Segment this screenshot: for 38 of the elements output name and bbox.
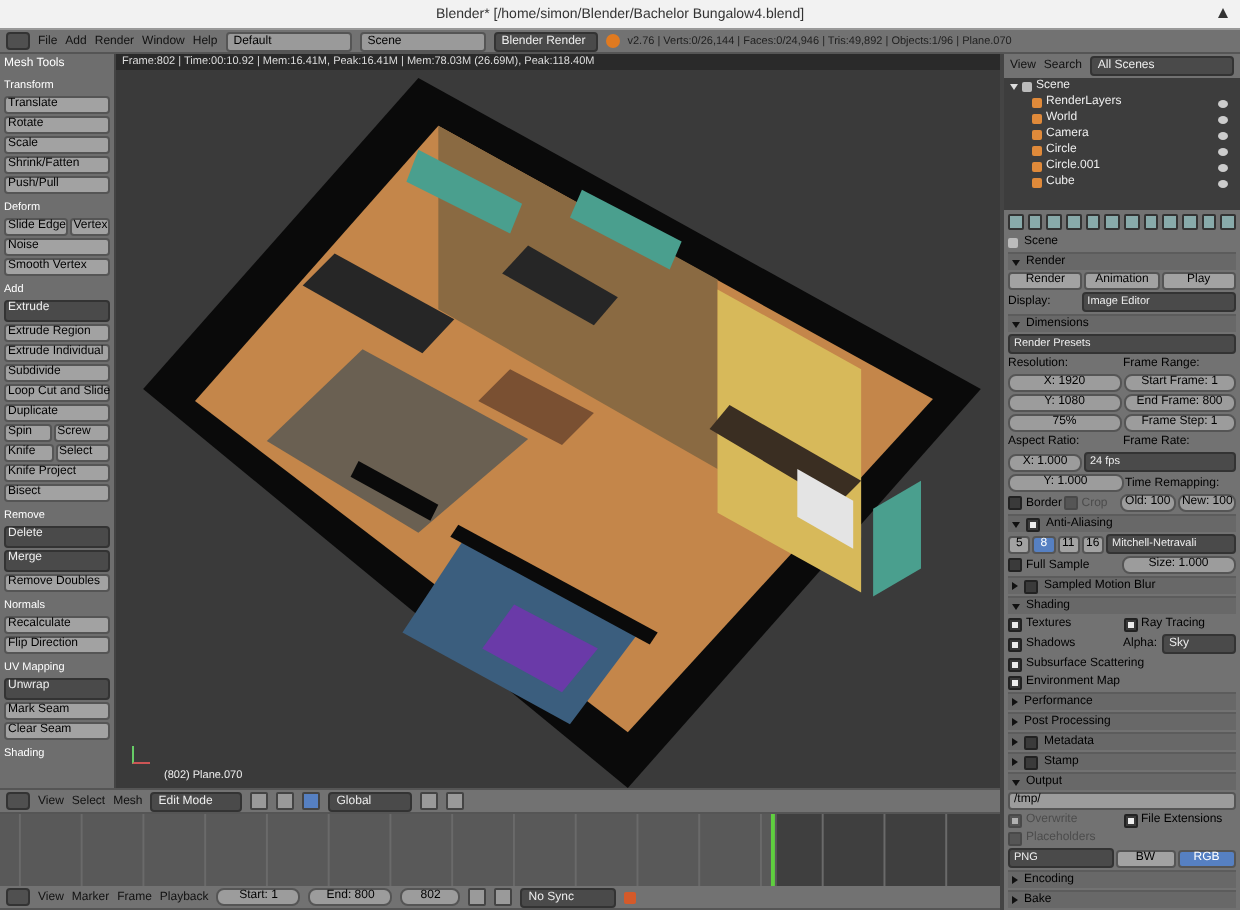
disclosure-triangle-icon[interactable] (1012, 779, 1020, 785)
disclosure-triangle-icon[interactable] (1012, 698, 1018, 706)
disclosure-triangle-icon[interactable] (1012, 321, 1020, 327)
checkbox[interactable] (1123, 813, 1137, 827)
checkbox[interactable] (1008, 637, 1022, 651)
checkbox[interactable] (1123, 617, 1137, 631)
pivot-icon[interactable] (276, 792, 295, 810)
checkbox[interactable] (1008, 558, 1022, 572)
checkbox[interactable] (1008, 657, 1022, 671)
checkbox[interactable] (1008, 496, 1022, 510)
disclosure-triangle-icon[interactable] (1012, 582, 1018, 590)
editor-type-icon[interactable] (6, 888, 30, 906)
disclosure-triangle-icon[interactable] (1012, 718, 1018, 726)
blender-logo-icon (605, 34, 620, 48)
checkbox[interactable] (1008, 617, 1022, 631)
shading-icon[interactable] (250, 792, 269, 810)
select-mode-icon[interactable] (446, 792, 465, 810)
manipulator-icon[interactable] (302, 792, 321, 810)
checkbox[interactable] (1024, 579, 1038, 593)
scene-icon (1008, 237, 1018, 247)
editor-type-icon[interactable] (6, 792, 30, 810)
layer-icon[interactable] (420, 792, 439, 810)
disclosure-triangle-icon[interactable] (1012, 603, 1020, 609)
disclosure-triangle-icon[interactable] (1012, 521, 1020, 527)
current-frame-marker[interactable] (770, 814, 775, 886)
close-icon[interactable] (1218, 8, 1228, 18)
disclosure-triangle-icon[interactable] (1012, 876, 1018, 884)
checkbox[interactable] (1024, 735, 1038, 749)
editor-type-icon[interactable] (6, 32, 30, 50)
disclosure-triangle-icon[interactable] (1012, 738, 1018, 746)
axis-gizmo-icon (132, 746, 150, 764)
disclosure-triangle-icon[interactable] (1012, 896, 1018, 904)
disclosure-triangle-icon[interactable] (1012, 758, 1018, 766)
checkbox[interactable] (1026, 517, 1040, 531)
scene-icon (1022, 82, 1032, 92)
checkbox[interactable] (1008, 675, 1022, 689)
checkbox[interactable] (1024, 755, 1038, 769)
disclosure-triangle-icon[interactable] (1012, 259, 1020, 265)
